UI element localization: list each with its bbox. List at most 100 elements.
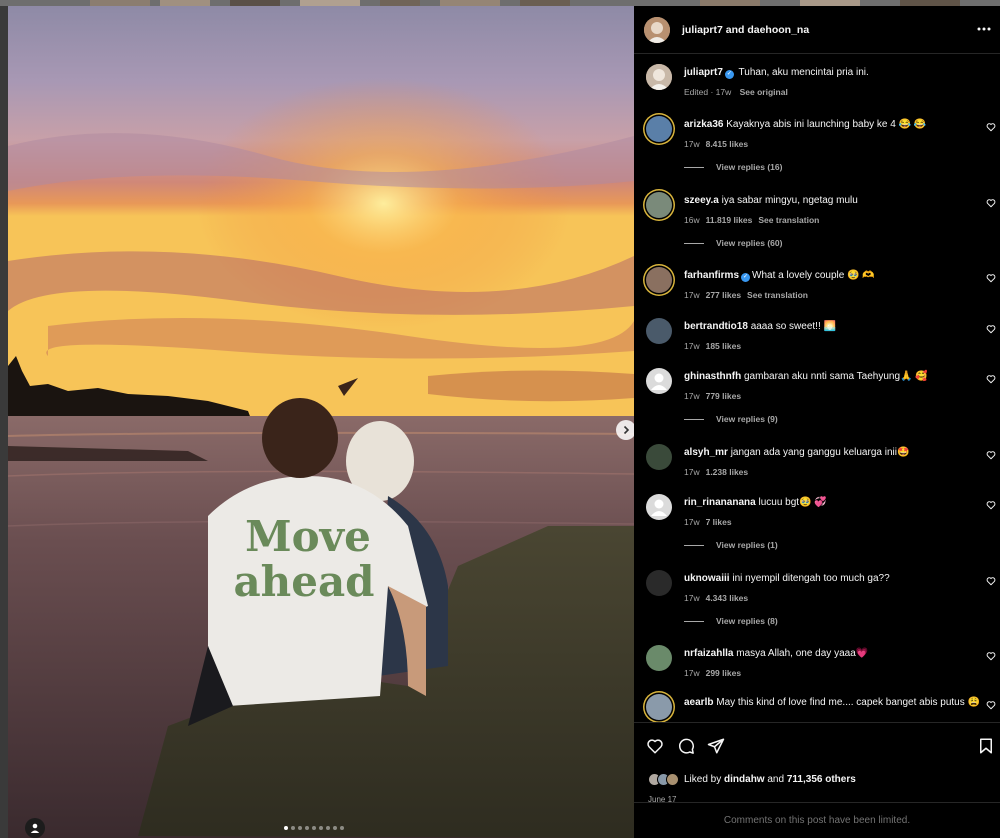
shirt-text-line2: ahead xyxy=(233,557,374,606)
view-replies-button[interactable]: View replies (16) xyxy=(684,162,782,172)
commenter-avatar[interactable] xyxy=(646,368,672,394)
next-slide-button[interactable] xyxy=(616,420,634,440)
more-options-icon[interactable] xyxy=(976,22,992,36)
comment-icon[interactable] xyxy=(677,737,695,755)
comment-time: 17w xyxy=(684,467,700,477)
comment-likes[interactable]: 8.415 likes xyxy=(706,139,749,149)
see-translation-link[interactable]: See translation xyxy=(758,215,819,225)
commenter-username[interactable]: ghinasthnfh xyxy=(684,371,741,382)
commenter-username[interactable]: uknowaiii xyxy=(684,573,730,584)
commenter-username[interactable]: rin_rinananana xyxy=(684,497,756,508)
comment-like-heart-icon[interactable] xyxy=(986,576,996,586)
carousel-dot xyxy=(298,826,302,830)
shirt-text-line1: Move xyxy=(245,512,371,561)
caption-username[interactable]: juliaprt7 xyxy=(684,67,723,78)
comment-text: lucuu bgt🥹 💞 xyxy=(758,497,827,508)
view-replies-button[interactable]: View replies (9) xyxy=(684,414,778,424)
comment-likes[interactable]: 1.238 likes xyxy=(706,467,749,477)
likes-summary[interactable]: Liked by dindahw and 711,356 others xyxy=(648,773,856,786)
commenter-username[interactable]: alsyh_mr xyxy=(684,447,728,458)
comment-likes[interactable]: 277 likes xyxy=(706,290,741,300)
replies-divider xyxy=(684,620,704,622)
likes-others-count[interactable]: 711,356 others xyxy=(787,774,856,785)
carousel-dots xyxy=(284,826,344,830)
user-tag-icon xyxy=(30,823,40,833)
commenter-avatar[interactable] xyxy=(646,267,672,293)
comment-text: ini nyempil ditengah too much ga?? xyxy=(732,573,890,584)
comment-text: May this kind of love find me.... capek … xyxy=(716,697,980,708)
comment-likes[interactable]: 299 likes xyxy=(706,668,741,678)
comment-like-heart-icon[interactable] xyxy=(986,198,996,208)
post-authors[interactable]: juliaprt7 and daehoon_na xyxy=(682,24,809,36)
comment-likes[interactable]: 185 likes xyxy=(706,341,741,351)
comment-time: 16w xyxy=(684,215,700,225)
replies-divider xyxy=(684,242,704,244)
view-replies-button[interactable]: View replies (1) xyxy=(684,540,778,550)
comment-text: What a lovely couple 🥹 🫶 xyxy=(752,270,875,281)
comment-like-heart-icon[interactable] xyxy=(986,450,996,460)
default-avatar-icon xyxy=(651,373,667,390)
comment-like-heart-icon[interactable] xyxy=(986,273,996,283)
carousel-dot xyxy=(326,826,330,830)
post-side-panel: juliaprt7 and daehoon_na juliaprt7 ✓ Tuha… xyxy=(634,6,1000,838)
carousel-dot xyxy=(284,826,288,830)
comment-likes[interactable]: 11.819 likes xyxy=(706,215,753,225)
commenter-avatar[interactable] xyxy=(646,318,672,344)
post-photo[interactable]: Move ahead xyxy=(8,6,634,838)
view-replies-label: View replies (9) xyxy=(716,414,778,424)
see-original-link[interactable]: See original xyxy=(740,87,788,97)
commenter-avatar[interactable] xyxy=(646,645,672,671)
share-send-icon[interactable] xyxy=(707,737,725,755)
commenter-avatar[interactable] xyxy=(646,694,672,720)
tagged-users-button[interactable] xyxy=(25,818,45,838)
comment-like-heart-icon[interactable] xyxy=(986,500,996,510)
avatar-image xyxy=(646,64,672,90)
commenter-username[interactable]: nrfaizahlla xyxy=(684,648,733,659)
default-avatar-icon xyxy=(651,499,667,516)
view-replies-label: View replies (1) xyxy=(716,540,778,550)
likes-text: Liked by dindahw and 711,356 others xyxy=(684,774,856,785)
commenter-avatar[interactable] xyxy=(646,494,672,520)
comment-text: jangan ada yang ganggu keluarga inii🤩 xyxy=(730,447,910,458)
likes-and: and xyxy=(764,774,787,785)
comment-like-heart-icon[interactable] xyxy=(986,651,996,661)
comments-list[interactable]: juliaprt7 ✓ Tuhan, aku mencintai pria ini… xyxy=(634,54,1000,722)
carousel-dot xyxy=(305,826,309,830)
commenter-avatar[interactable] xyxy=(646,570,672,596)
caption-edited: Edited · 17w xyxy=(684,87,732,97)
post-actions: Liked by dindahw and 711,356 others June… xyxy=(634,722,1000,804)
view-replies-button[interactable]: View replies (8) xyxy=(684,616,778,626)
comment-time: 17w xyxy=(684,139,700,149)
commenter-avatar[interactable] xyxy=(646,444,672,470)
commenter-avatar[interactable] xyxy=(646,116,672,142)
comment-likes[interactable]: 7 likes xyxy=(706,517,732,527)
comment-like-heart-icon[interactable] xyxy=(986,374,996,384)
carousel-dot xyxy=(312,826,316,830)
comment-text: aaaa so sweet!! 🌅 xyxy=(750,321,836,332)
see-translation-link[interactable]: See translation xyxy=(747,290,808,300)
liker-avatar xyxy=(666,773,679,786)
carousel-dot xyxy=(340,826,344,830)
commenter-username[interactable]: bertrandtio18 xyxy=(684,321,748,332)
commenter-username[interactable]: farhanfirms xyxy=(684,270,739,281)
liked-by-user[interactable]: dindahw xyxy=(724,774,765,785)
replies-divider xyxy=(684,418,704,420)
comment-like-heart-icon[interactable] xyxy=(986,122,996,132)
avatar[interactable] xyxy=(644,16,670,43)
comment-like-heart-icon[interactable] xyxy=(986,324,996,334)
comment-time: 17w xyxy=(684,593,700,603)
comment-like-heart-icon[interactable] xyxy=(986,700,996,710)
commenter-username[interactable]: arizka36 xyxy=(684,119,723,130)
comment-text: Kayaknya abis ini launching baby ke 4 😂 … xyxy=(726,119,927,130)
like-heart-icon[interactable] xyxy=(646,737,664,755)
caption-avatar[interactable] xyxy=(646,64,672,90)
commenter-avatar[interactable] xyxy=(646,192,672,218)
save-bookmark-icon[interactable] xyxy=(977,737,995,755)
view-replies-button[interactable]: View replies (60) xyxy=(684,238,782,248)
comment-likes[interactable]: 4.343 likes xyxy=(706,593,749,603)
commenter-username[interactable]: szeey.a xyxy=(684,195,719,206)
comment-likes[interactable]: 779 likes xyxy=(706,391,741,401)
comment-time: 17w xyxy=(684,290,700,300)
commenter-username[interactable]: aearlb xyxy=(684,697,713,708)
avatar-image xyxy=(644,16,670,43)
